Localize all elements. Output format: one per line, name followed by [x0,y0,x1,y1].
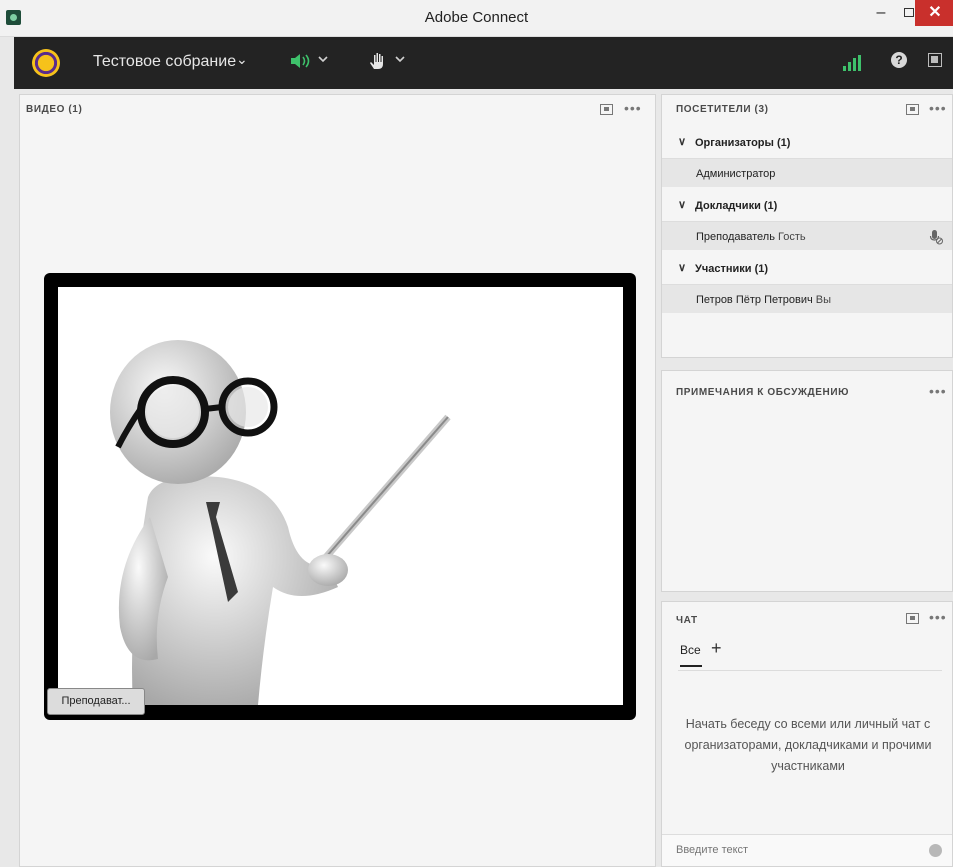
video-pod-title: ВИДЕО (1) [26,104,83,115]
maximize-pod-icon[interactable] [600,104,613,115]
discussion-notes-pod: ПРИМЕЧАНИЯ К ОБСУЖДЕНИЮ ••• [661,370,953,592]
status-options-chevron-icon[interactable] [395,52,405,66]
active-tab-indicator [680,665,702,667]
chat-pod: ЧАТ ••• Все + Начать беседу со всеми или… [661,601,953,867]
attendees-pod-title: ПОСЕТИТЕЛИ (3) [676,104,769,115]
add-chat-tab-button[interactable]: + [711,638,722,659]
chat-input-bar [662,834,952,866]
attendee-row[interactable]: Преподаватель Гость [662,221,952,250]
attendee-name: Преподаватель [696,231,775,243]
meeting-toolbar: Тестовое собрание ⌄ ? [14,37,953,89]
close-button[interactable]: ✕ [915,0,953,26]
maximize-pod-icon[interactable] [906,104,919,115]
attendees-pod: ПОСЕТИТЕЛИ (3) ••• ∨ Организаторы (1) Ад… [661,94,953,358]
notes-pod-title: ПРИМЕЧАНИЯ К ОБСУЖДЕНИЮ [676,387,850,398]
emoji-icon[interactable] [929,844,942,857]
chevron-down-icon[interactable]: ⌄ [236,51,248,68]
maximize-icon [904,8,914,17]
chat-message-input[interactable] [676,844,916,856]
video-name-tag[interactable]: Преподават... [47,688,145,715]
video-pod: ВИДЕО (1) ••• Преподават... [19,94,656,867]
attendee-group-hosts[interactable]: ∨ Организаторы (1) [662,127,952,159]
connection-signal-icon[interactable] [843,55,861,71]
attendee-tag: Вы [815,294,832,306]
more-options-icon[interactable]: ••• [929,609,947,625]
video-frame [44,273,636,720]
attendee-tag: Гость [778,231,806,243]
attendee-group-presenters[interactable]: ∨ Докладчики (1) [662,190,952,222]
audio-options-chevron-icon[interactable] [318,52,328,66]
more-options-icon[interactable]: ••• [624,100,642,116]
divider [678,670,942,671]
chat-pod-title: ЧАТ [676,615,698,626]
attendee-group-participants[interactable]: ∨ Участники (1) [662,253,952,285]
fullscreen-icon[interactable] [928,53,942,67]
speaker-icon[interactable] [290,53,312,73]
chat-empty-message: Начать беседу со всеми или личный чат с … [684,717,932,773]
meeting-name-menu[interactable]: Тестовое собрание [93,53,236,71]
attendee-name: Петров Пётр Петрович [696,294,813,306]
more-options-icon[interactable]: ••• [929,100,947,116]
teacher-figure-illustration [110,340,451,705]
mic-off-icon[interactable] [929,229,943,245]
attendee-row[interactable]: Петров Пётр Петрович Вы [662,284,952,313]
chevron-down-icon[interactable]: ∨ [678,135,686,148]
maximize-pod-icon[interactable] [906,613,919,624]
organization-logo [32,49,60,77]
window-title: Adobe Connect [424,9,529,26]
webcam-video [58,287,623,705]
help-icon[interactable]: ? [891,52,907,68]
chat-tab-all[interactable]: Все [680,643,701,657]
chevron-down-icon[interactable]: ∨ [678,198,686,211]
raise-hand-icon[interactable] [368,51,388,76]
more-options-icon[interactable]: ••• [929,383,947,399]
window-titlebar: Adobe Connect – ✕ [0,0,953,37]
attendee-row[interactable]: Администратор [662,158,952,187]
chevron-down-icon[interactable]: ∨ [678,261,686,274]
